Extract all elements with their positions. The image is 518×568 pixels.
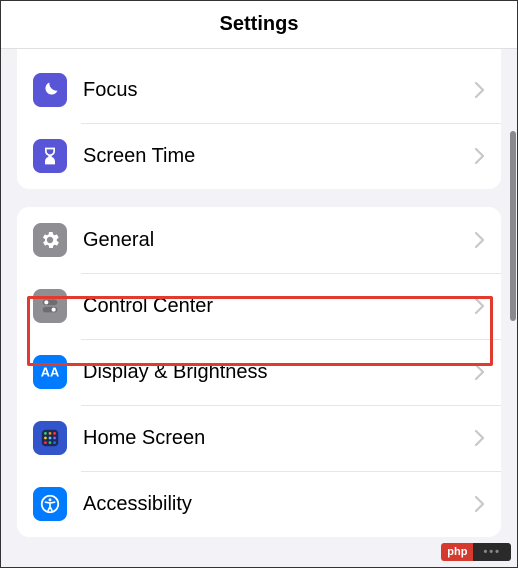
chevron-right-icon [475,232,485,248]
row-label: Screen Time [83,145,475,168]
settings-group-2: General Control Center AA Display & Brig… [17,207,501,537]
row-accessibility[interactable]: Accessibility [17,471,501,537]
chevron-right-icon [475,82,485,98]
focus-icon [33,73,67,107]
chevron-right-icon [475,496,485,512]
row-general[interactable]: General [17,207,501,273]
row-label: Control Center [83,295,475,318]
chevron-right-icon [475,430,485,446]
chevron-right-icon [475,298,485,314]
general-icon [33,223,67,257]
row-label: Focus [83,79,475,102]
row-label: General [83,229,475,252]
settings-group-1: Focus Screen Time [17,49,501,189]
row-label: Display & Brightness [83,361,475,384]
controlcenter-icon [33,289,67,323]
row-display-brightness[interactable]: AA Display & Brightness [17,339,501,405]
chevron-right-icon [475,148,485,164]
header: Settings [1,1,517,49]
accessibility-icon [33,487,67,521]
settings-content: Focus Screen Time General Control Center [1,49,517,537]
row-label: Accessibility [83,493,475,516]
homescreen-icon [33,421,67,455]
svg-text:AA: AA [41,365,60,380]
screentime-icon [33,139,67,173]
chevron-right-icon [475,364,485,380]
watermark: php ••• [441,543,511,561]
display-icon: AA [33,355,67,389]
row-label: Home Screen [83,427,475,450]
row-home-screen[interactable]: Home Screen [17,405,501,471]
row-screen-time[interactable]: Screen Time [17,123,501,189]
page-title: Settings [220,13,299,36]
row-focus[interactable]: Focus [17,57,501,123]
watermark-left: php [441,543,473,561]
watermark-right: ••• [473,543,511,561]
row-control-center[interactable]: Control Center [17,273,501,339]
scrollbar[interactable] [510,131,516,321]
